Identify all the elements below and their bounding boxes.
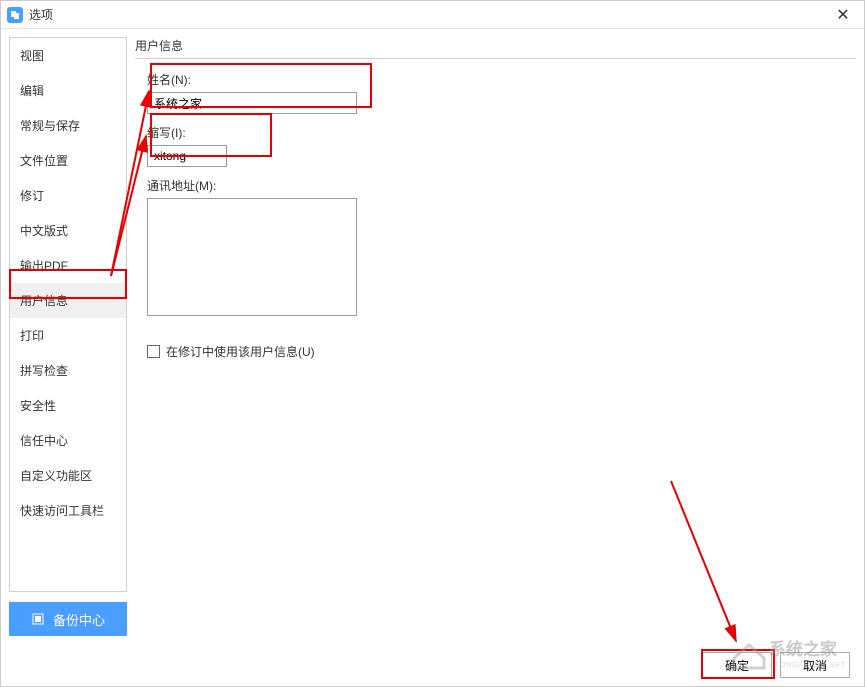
initials-input[interactable] [147,145,227,167]
sidebar-item-file-location[interactable]: 文件位置 [10,143,126,178]
name-label: 姓名(N): [147,71,856,88]
section-title: 用户信息 [135,37,856,59]
footer: 确定 取消 [1,644,864,686]
sidebar-list: 视图 编辑 常规与保存 文件位置 修订 中文版式 输出PDF 用户信息 打印 拼… [9,37,127,592]
titlebar: 选项 ✕ [1,1,864,29]
sidebar-item-chinese-layout[interactable]: 中文版式 [10,213,126,248]
name-group: 姓名(N): [147,71,856,114]
window-title: 选项 [29,6,53,23]
close-button[interactable]: ✕ [828,3,858,27]
sidebar-item-customize-ribbon[interactable]: 自定义功能区 [10,458,126,493]
sidebar-item-general-save[interactable]: 常规与保存 [10,108,126,143]
address-group: 通讯地址(M): [147,177,856,319]
sidebar-item-revision[interactable]: 修订 [10,178,126,213]
backup-center-button[interactable]: 备份中心 [9,602,127,636]
sidebar-item-view[interactable]: 视图 [10,38,126,73]
sidebar-item-output-pdf[interactable]: 输出PDF [10,248,126,283]
use-in-revision-row[interactable]: 在修订中使用该用户信息(U) [147,343,856,360]
use-in-revision-checkbox[interactable] [147,345,160,358]
sidebar: 视图 编辑 常规与保存 文件位置 修订 中文版式 输出PDF 用户信息 打印 拼… [9,37,127,636]
sidebar-item-quick-access[interactable]: 快速访问工具栏 [10,493,126,528]
main-panel: 用户信息 姓名(N): 缩写(I): 通讯地址(M): 在修订中使用该用户信息(… [135,37,856,636]
sidebar-item-print[interactable]: 打印 [10,318,126,353]
sidebar-item-user-info[interactable]: 用户信息 [10,283,126,318]
initials-label: 缩写(I): [147,124,856,141]
sidebar-item-trust-center[interactable]: 信任中心 [10,423,126,458]
address-label: 通讯地址(M): [147,177,856,194]
initials-group: 缩写(I): [147,124,856,167]
ok-button[interactable]: 确定 [702,652,772,678]
sidebar-item-spellcheck[interactable]: 拼写检查 [10,353,126,388]
backup-label: 备份中心 [53,610,105,629]
cancel-button[interactable]: 取消 [780,652,850,678]
backup-icon [31,612,45,626]
sidebar-item-edit[interactable]: 编辑 [10,73,126,108]
use-in-revision-label: 在修订中使用该用户信息(U) [166,343,315,360]
sidebar-item-security[interactable]: 安全性 [10,388,126,423]
app-icon [7,7,23,23]
name-input[interactable] [147,92,357,114]
address-textarea[interactable] [147,198,357,316]
